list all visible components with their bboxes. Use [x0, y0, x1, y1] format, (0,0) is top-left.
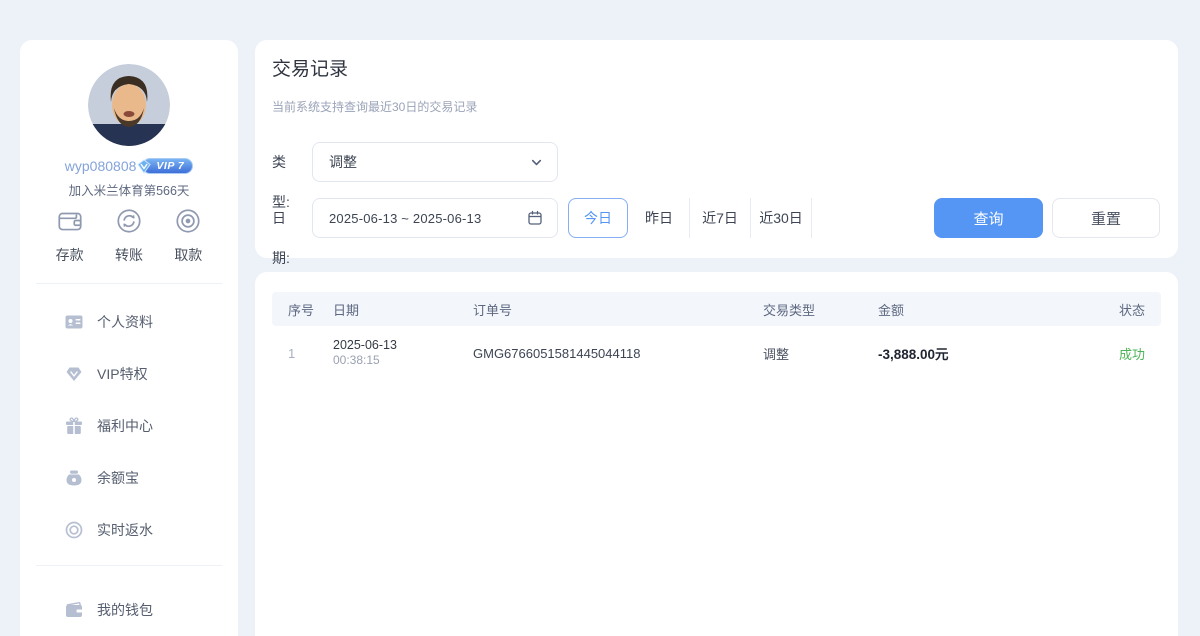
rebate-icon [64, 520, 84, 540]
quick-actions: 存款 转账 取款 [20, 206, 238, 265]
vip-gem-icon [64, 364, 84, 384]
deposit-label: 存款 [56, 245, 84, 265]
sidebar-divider [36, 283, 222, 284]
chevron-down-icon [530, 156, 543, 169]
sidebar-menu: 个人资料 VIP特权 福利中心 余额宝 [20, 296, 238, 556]
vip-diamond-icon [135, 158, 153, 176]
range-30days-button[interactable]: 近30日 [751, 198, 812, 238]
calendar-icon [527, 210, 543, 226]
transfer-icon [114, 206, 144, 236]
vip-badge: VIP 7 [142, 158, 193, 174]
wallet-icon [64, 600, 84, 620]
page-subtitle: 当前系统支持查询最近30日的交易记录 [272, 98, 477, 115]
sidebar-item-wallet[interactable]: 我的钱包 [20, 584, 238, 636]
sidebar-divider [36, 565, 222, 566]
filter-card: 交易记录 当前系统支持查询最近30日的交易记录 类型: 调整 日期: 2025-… [255, 40, 1178, 258]
cell-status: 成功 [1072, 344, 1161, 363]
type-select-value: 调整 [329, 152, 530, 172]
transactions-table-card: 序号 日期 订单号 交易类型 金额 状态 1 2025-06-13 00:38:… [255, 272, 1178, 636]
id-card-icon [64, 312, 84, 332]
type-select[interactable]: 调整 [312, 142, 558, 182]
sidebar-item-profile[interactable]: 个人资料 [20, 296, 238, 348]
withdraw-action[interactable]: 取款 [173, 206, 203, 265]
money-pot-icon [64, 468, 84, 488]
header-type: 交易类型 [747, 300, 862, 319]
user-row: wyp080808 VIP 7 [20, 158, 238, 174]
table-header-row: 序号 日期 订单号 交易类型 金额 状态 [272, 292, 1161, 326]
query-button[interactable]: 查询 [934, 198, 1043, 238]
table-row: 1 2025-06-13 00:38:15 GMG676605158144504… [272, 326, 1161, 380]
deposit-action[interactable]: 存款 [55, 206, 85, 265]
cell-order-no: GMG6766051581445044118 [457, 346, 747, 361]
reset-button[interactable]: 重置 [1052, 198, 1160, 238]
range-7days-button[interactable]: 近7日 [690, 198, 751, 238]
avatar-image [88, 64, 170, 146]
header-status: 状态 [1072, 300, 1161, 319]
sidebar-item-welfare[interactable]: 福利中心 [20, 400, 238, 452]
cell-type: 调整 [747, 344, 862, 363]
header-date: 日期 [317, 300, 457, 319]
cell-date-value: 2025-06-13 [333, 337, 457, 353]
range-today-button[interactable]: 今日 [568, 198, 628, 238]
date-label: 日期: [272, 198, 290, 278]
username: wyp080808 [65, 158, 137, 174]
header-index: 序号 [272, 300, 317, 319]
sidebar-item-yuebao[interactable]: 余额宝 [20, 452, 238, 504]
cell-index: 1 [272, 346, 317, 361]
deposit-wallet-icon [55, 206, 85, 236]
transfer-action[interactable]: 转账 [114, 206, 144, 265]
withdraw-icon [173, 206, 203, 236]
range-yesterday-button[interactable]: 昨日 [629, 198, 690, 238]
page-title: 交易记录 [272, 54, 348, 81]
sidebar-item-label: 福利中心 [97, 416, 153, 436]
transfer-label: 转账 [115, 245, 143, 265]
header-order-no: 订单号 [457, 300, 747, 319]
sidebar-item-rebate[interactable]: 实时返水 [20, 504, 238, 556]
sidebar-item-vip[interactable]: VIP特权 [20, 348, 238, 400]
gift-icon [64, 416, 84, 436]
date-range-input[interactable]: 2025-06-13 ~ 2025-06-13 [312, 198, 558, 238]
sidebar-item-label: 个人资料 [97, 312, 153, 332]
cell-amount: -3,888.00元 [862, 343, 1072, 363]
cell-time-value: 00:38:15 [333, 353, 457, 369]
sidebar-item-label: 我的钱包 [97, 600, 153, 620]
sidebar-item-label: 余额宝 [97, 468, 139, 488]
cell-date: 2025-06-13 00:38:15 [317, 337, 457, 369]
header-amount: 金额 [862, 300, 1072, 319]
date-range-value: 2025-06-13 ~ 2025-06-13 [329, 211, 527, 226]
range-button-group: 昨日 近7日 近30日 [629, 198, 812, 238]
sidebar-item-label: VIP特权 [97, 364, 148, 384]
withdraw-label: 取款 [174, 245, 202, 265]
join-days-text: 加入米兰体育第566天 [20, 180, 238, 199]
vip-level-label: VIP 7 [156, 160, 184, 172]
sidebar: wyp080808 VIP 7 加入米兰体育第566天 存款 [20, 40, 238, 636]
sidebar-item-label: 实时返水 [97, 520, 153, 540]
avatar[interactable] [88, 64, 170, 146]
